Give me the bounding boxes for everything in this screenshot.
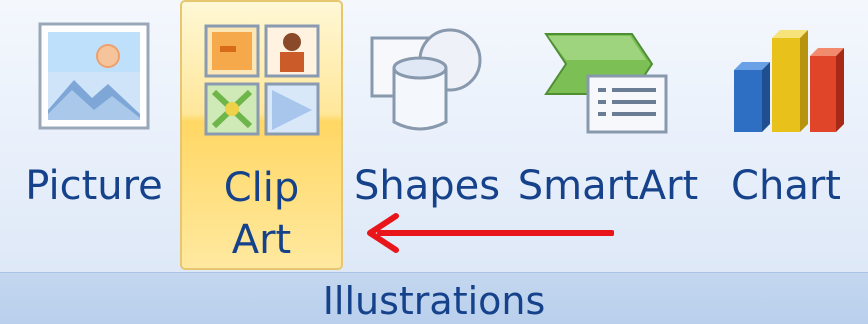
smartart-label: SmartArt [517,163,699,209]
clip-art-label: Clip Art [223,165,300,263]
clip-art-button[interactable]: Clip Art [180,0,343,270]
group-title: Illustrations [322,279,546,323]
clip-art-icon [202,20,322,140]
smartart-icon [540,18,674,138]
red-arrow-annotation-icon [362,210,614,256]
chart-label: Chart [731,163,841,209]
chart-icon [726,18,846,138]
picture-icon [34,18,154,138]
group-footer: Illustrations [0,272,868,324]
picture-button[interactable]: Picture [14,0,174,270]
shapes-label: Shapes [353,163,501,209]
chart-button[interactable]: Chart [716,0,856,270]
picture-label: Picture [25,163,163,209]
shapes-icon [364,18,484,138]
illustrations-ribbon-group: Picture Clip Art Shapes SmartArt Chart I… [0,0,868,324]
